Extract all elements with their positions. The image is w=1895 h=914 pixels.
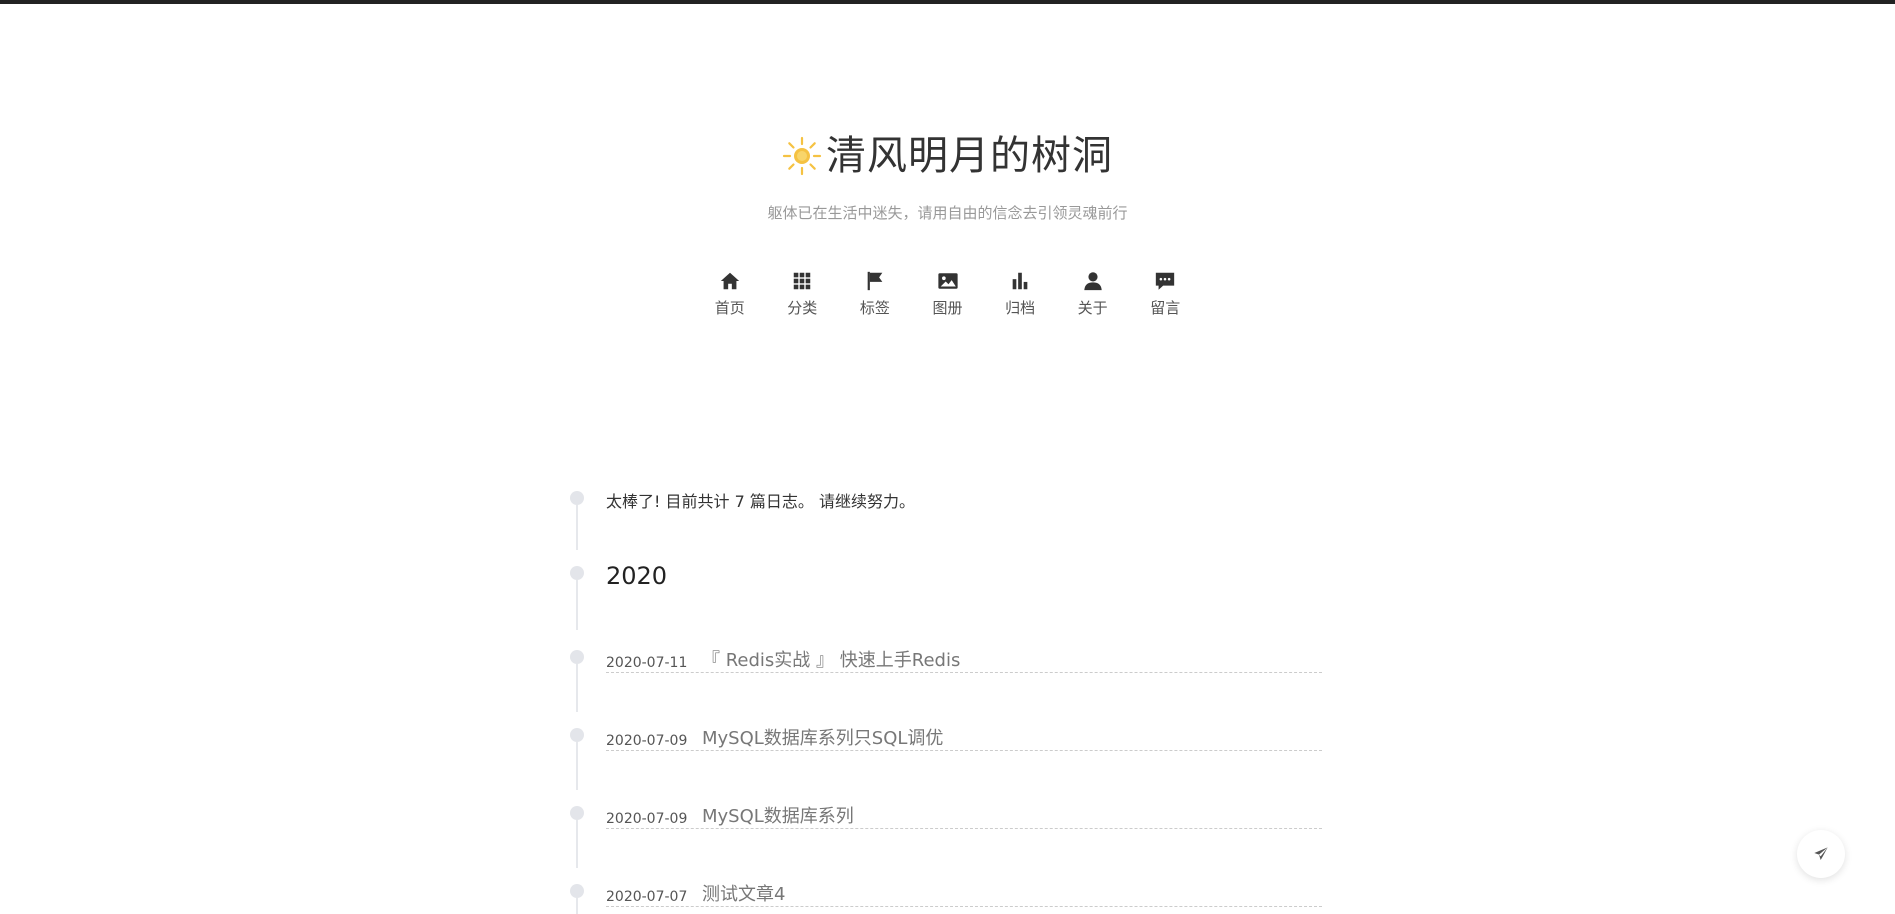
menu-item-home[interactable]: 首页 [693, 270, 766, 318]
archive-post[interactable]: 2020-07-07 测试文章4 [606, 882, 1322, 907]
menu-item-guestbook[interactable]: 留言 [1129, 270, 1202, 318]
post-title-link[interactable]: MySQL数据库系列 [702, 802, 854, 828]
brand-link[interactable]: 清风明月的树洞 [782, 128, 1113, 184]
timeline-line [576, 742, 578, 790]
menu-item-about[interactable]: 关于 [1056, 270, 1129, 318]
paper-plane-icon [1814, 847, 1828, 860]
timeline-dot [570, 491, 584, 505]
share-button[interactable] [1797, 830, 1845, 878]
archive-post[interactable]: 2020-07-09 MySQL数据库系列只SQL调优 [606, 726, 1322, 751]
timeline-dot [570, 566, 584, 580]
archive-post[interactable]: 2020-07-09 MySQL数据库系列 [606, 804, 1322, 829]
timeline-line [576, 505, 578, 550]
menu-item-label: 首页 [714, 299, 745, 317]
grid-icon [794, 272, 811, 290]
timeline-dot [570, 884, 584, 898]
post-date: 2020-07-07 [606, 889, 688, 905]
post-title-link[interactable]: MySQL数据库系列只SQL调优 [702, 724, 943, 750]
archive-post[interactable]: 2020-07-11 『 Redis实战 』 快速上手Redis [606, 648, 1322, 673]
menu-item-categories[interactable]: 分类 [766, 270, 839, 318]
menu-item-label: 关于 [1077, 299, 1108, 317]
timeline-line [576, 898, 578, 914]
post-title-link[interactable]: 测试文章4 [702, 880, 785, 906]
post-title-link[interactable]: 『 Redis实战 』 快速上手Redis [702, 646, 960, 672]
archive-notice: 太棒了! 目前共计 7 篇日志。 请继续努力。 [606, 492, 915, 511]
menu-item-label: 留言 [1150, 299, 1181, 317]
user-icon [1083, 272, 1102, 291]
site-brand: 清风明月的树洞 [0, 128, 1895, 184]
sun-icon [782, 136, 822, 176]
menu-item-label: 归档 [1005, 299, 1036, 317]
menu-item-label: 图册 [932, 299, 963, 317]
main-menu: 首页 分类 标签 图册 归档 关于 留言 [0, 270, 1895, 318]
timeline-dot [570, 650, 584, 664]
timeline-line [576, 664, 578, 712]
top-border [0, 0, 1895, 4]
site-subtitle: 躯体已在生活中迷失，请用自由的信念去引领灵魂前行 [767, 204, 1128, 222]
menu-item-gallery[interactable]: 图册 [911, 270, 984, 318]
timeline-dot [570, 806, 584, 820]
menu-item-label: 标签 [859, 299, 890, 317]
post-date: 2020-07-11 [606, 655, 688, 671]
post-date: 2020-07-09 [606, 811, 688, 827]
archive-year: 2020 [606, 562, 668, 590]
comment-icon [1156, 272, 1175, 290]
timeline-line [576, 820, 578, 868]
flag-icon [867, 271, 883, 291]
menu-item-label: 分类 [787, 299, 818, 317]
home-icon [720, 272, 739, 290]
timeline-dot [570, 728, 584, 742]
menu-item-tags[interactable]: 标签 [839, 270, 912, 318]
timeline-line [576, 580, 578, 630]
image-icon [937, 273, 958, 289]
bar-chart-icon [1012, 272, 1028, 290]
site-title[interactable]: 清风明月的树洞 [826, 128, 1113, 184]
post-date: 2020-07-09 [606, 733, 688, 749]
menu-item-archives[interactable]: 归档 [984, 270, 1057, 318]
